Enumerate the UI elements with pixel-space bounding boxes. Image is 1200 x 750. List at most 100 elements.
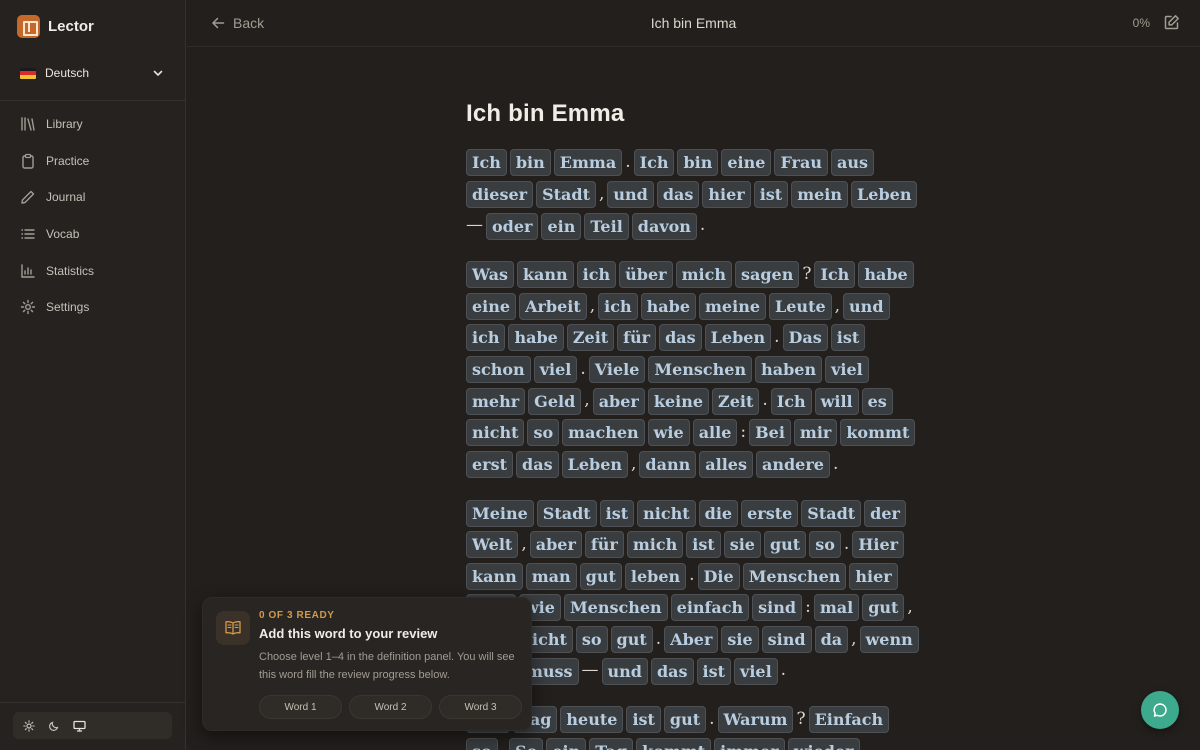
word-token[interactable]: gut bbox=[579, 562, 622, 590]
word-token[interactable]: heute bbox=[560, 706, 624, 734]
word-token[interactable]: für bbox=[617, 324, 657, 352]
word-token[interactable]: ist bbox=[686, 531, 721, 559]
word-token[interactable]: haben bbox=[755, 356, 823, 384]
word-token[interactable]: schon bbox=[466, 356, 531, 384]
word-token[interactable]: über bbox=[619, 261, 673, 289]
word-token[interactable]: so bbox=[575, 626, 608, 654]
word-token[interactable]: die bbox=[698, 499, 739, 527]
word-token[interactable]: viel bbox=[734, 657, 778, 685]
word-token[interactable]: so bbox=[466, 737, 498, 750]
word-token[interactable]: sie bbox=[721, 626, 759, 654]
word-token[interactable]: Ich bbox=[466, 149, 507, 177]
word-token[interactable]: dann bbox=[639, 450, 697, 478]
edit-icon[interactable] bbox=[1163, 14, 1180, 31]
word-token[interactable]: ein bbox=[541, 212, 582, 240]
word-token[interactable]: der bbox=[864, 499, 906, 527]
word-token[interactable]: Leben bbox=[704, 324, 772, 352]
word-token[interactable]: das bbox=[659, 324, 702, 352]
word-token[interactable]: Die bbox=[697, 562, 740, 590]
word-token[interactable]: immer bbox=[714, 737, 785, 750]
word-token[interactable]: mal bbox=[813, 594, 860, 622]
word-token[interactable]: nicht bbox=[466, 419, 525, 447]
word-token[interactable]: kommt bbox=[840, 419, 916, 447]
word-token[interactable]: habe bbox=[508, 324, 564, 352]
word-token[interactable]: Bei bbox=[749, 419, 791, 447]
word-token[interactable]: alles bbox=[699, 450, 753, 478]
word-token[interactable]: aber bbox=[592, 387, 645, 415]
word-token[interactable]: sagen bbox=[734, 261, 800, 289]
word-token[interactable]: bin bbox=[509, 149, 551, 177]
word-token[interactable]: wieder bbox=[787, 737, 860, 750]
word-token[interactable]: erste bbox=[741, 499, 799, 527]
word-token[interactable]: Zeit bbox=[712, 387, 760, 415]
word-token[interactable]: Menschen bbox=[563, 594, 668, 622]
word-token[interactable]: sie bbox=[723, 531, 761, 559]
word-2-button[interactable]: Word 2 bbox=[349, 695, 432, 719]
word-token[interactable]: gut bbox=[862, 594, 905, 622]
word-token[interactable]: machen bbox=[562, 419, 645, 447]
word-token[interactable]: Emma bbox=[553, 149, 623, 177]
sidebar-item-library[interactable]: Library bbox=[0, 106, 186, 143]
word-token[interactable]: Stadt bbox=[536, 499, 597, 527]
word-token[interactable]: mein bbox=[791, 180, 849, 208]
word-token[interactable]: das bbox=[516, 450, 559, 478]
word-token[interactable]: viel bbox=[825, 356, 869, 384]
word-token[interactable]: ich bbox=[598, 292, 638, 320]
word-token[interactable]: leben bbox=[624, 562, 687, 590]
word-token[interactable]: sind bbox=[761, 626, 812, 654]
brand[interactable]: Lector bbox=[17, 15, 94, 38]
word-token[interactable]: man bbox=[525, 562, 577, 590]
word-token[interactable]: das bbox=[650, 657, 694, 685]
word-token[interactable]: Ich bbox=[633, 149, 675, 177]
word-token[interactable]: eine bbox=[466, 292, 517, 320]
word-token[interactable]: ein bbox=[546, 737, 587, 750]
word-token[interactable]: ich bbox=[576, 261, 617, 289]
word-token[interactable]: Was bbox=[466, 261, 514, 289]
word-token[interactable]: Ich bbox=[770, 387, 812, 415]
word-3-button[interactable]: Word 3 bbox=[439, 695, 522, 719]
word-token[interactable]: alle bbox=[692, 419, 738, 447]
word-token[interactable]: Leben bbox=[851, 180, 918, 208]
word-token[interactable]: sind bbox=[752, 594, 803, 622]
word-token[interactable]: Warum bbox=[717, 706, 794, 734]
word-token[interactable]: ist bbox=[830, 324, 866, 352]
word-token[interactable]: So bbox=[509, 737, 544, 750]
word-token[interactable]: Aber bbox=[664, 626, 719, 654]
word-token[interactable]: habe bbox=[858, 261, 914, 289]
word-token[interactable]: mehr bbox=[466, 387, 526, 415]
word-token[interactable]: ist bbox=[753, 180, 789, 208]
word-token[interactable]: kommt bbox=[636, 737, 712, 750]
word-token[interactable]: für bbox=[584, 531, 624, 559]
word-token[interactable]: Geld bbox=[528, 387, 582, 415]
word-token[interactable]: ich bbox=[466, 324, 506, 352]
word-token[interactable]: Leute bbox=[769, 292, 832, 320]
word-token[interactable]: Frau bbox=[774, 149, 828, 177]
word-token[interactable]: mich bbox=[626, 531, 684, 559]
word-token[interactable]: Zeit bbox=[566, 324, 615, 352]
word-token[interactable]: und bbox=[601, 657, 648, 685]
word-token[interactable]: dieser bbox=[466, 180, 534, 208]
word-token[interactable]: Tag bbox=[589, 737, 634, 750]
word-token[interactable]: mich bbox=[675, 261, 732, 289]
word-token[interactable]: eine bbox=[721, 149, 772, 177]
word-token[interactable]: Menschen bbox=[742, 562, 847, 590]
word-token[interactable]: keine bbox=[647, 387, 710, 415]
word-token[interactable]: aber bbox=[529, 531, 582, 559]
word-token[interactable]: hier bbox=[702, 180, 751, 208]
word-token[interactable]: viel bbox=[533, 356, 578, 384]
sun-icon[interactable] bbox=[21, 718, 37, 734]
chat-button[interactable] bbox=[1141, 691, 1179, 729]
word-token[interactable]: Welt bbox=[466, 531, 519, 559]
word-token[interactable]: und bbox=[607, 180, 654, 208]
word-token[interactable]: kann bbox=[516, 261, 574, 289]
word-token[interactable]: gut bbox=[663, 706, 707, 734]
word-token[interactable]: hier bbox=[849, 562, 898, 590]
sidebar-item-vocab[interactable]: Vocab bbox=[0, 216, 186, 253]
word-token[interactable]: oder bbox=[486, 212, 539, 240]
word-token[interactable]: ist bbox=[599, 499, 635, 527]
word-token[interactable]: davon bbox=[631, 212, 697, 240]
word-token[interactable]: ist bbox=[696, 657, 732, 685]
word-token[interactable]: bin bbox=[677, 149, 719, 177]
word-1-button[interactable]: Word 1 bbox=[259, 695, 342, 719]
word-token[interactable]: wenn bbox=[859, 626, 919, 654]
